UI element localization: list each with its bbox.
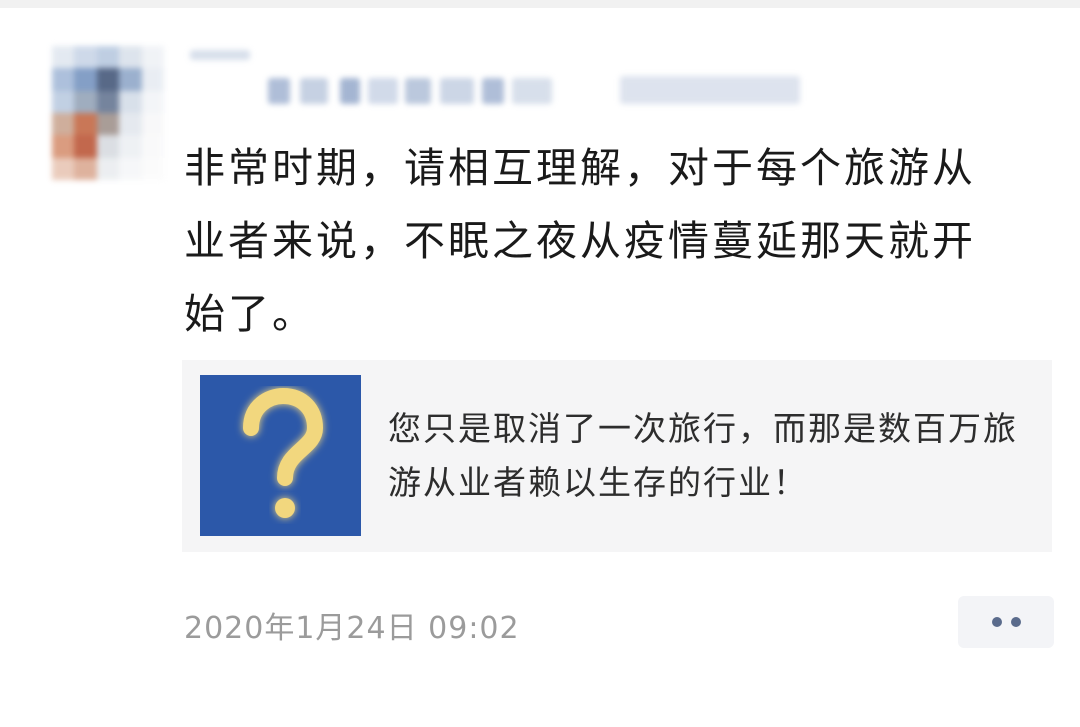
more-dot-icon bbox=[1010, 617, 1021, 627]
post-timestamp: 2020年1月24日 09:02 bbox=[184, 611, 520, 646]
post-text: 非常时期，请相互理解，对于每个旅游从业者来说，不眠之夜从疫情蔓延那天就开始了。 bbox=[184, 144, 976, 338]
more-dot-icon bbox=[991, 617, 1002, 627]
more-options-button[interactable] bbox=[958, 596, 1054, 648]
moments-post: 非常时期，请相互理解，对于每个旅游从业者来说，不眠之夜从疫情蔓延那天就开始了。 … bbox=[0, 0, 1080, 727]
link-card-title: 您只是取消了一次旅行，而那是数百万旅游从业者赖以生存的行业！ bbox=[388, 409, 1018, 502]
link-card[interactable]: 您只是取消了一次旅行，而那是数百万旅游从业者赖以生存的行业！ bbox=[182, 360, 1052, 552]
nickname-blurred[interactable] bbox=[190, 50, 820, 110]
avatar[interactable] bbox=[52, 46, 164, 180]
top-divider bbox=[0, 0, 1080, 8]
question-mark-icon bbox=[242, 387, 323, 518]
link-card-thumbnail bbox=[200, 375, 361, 536]
